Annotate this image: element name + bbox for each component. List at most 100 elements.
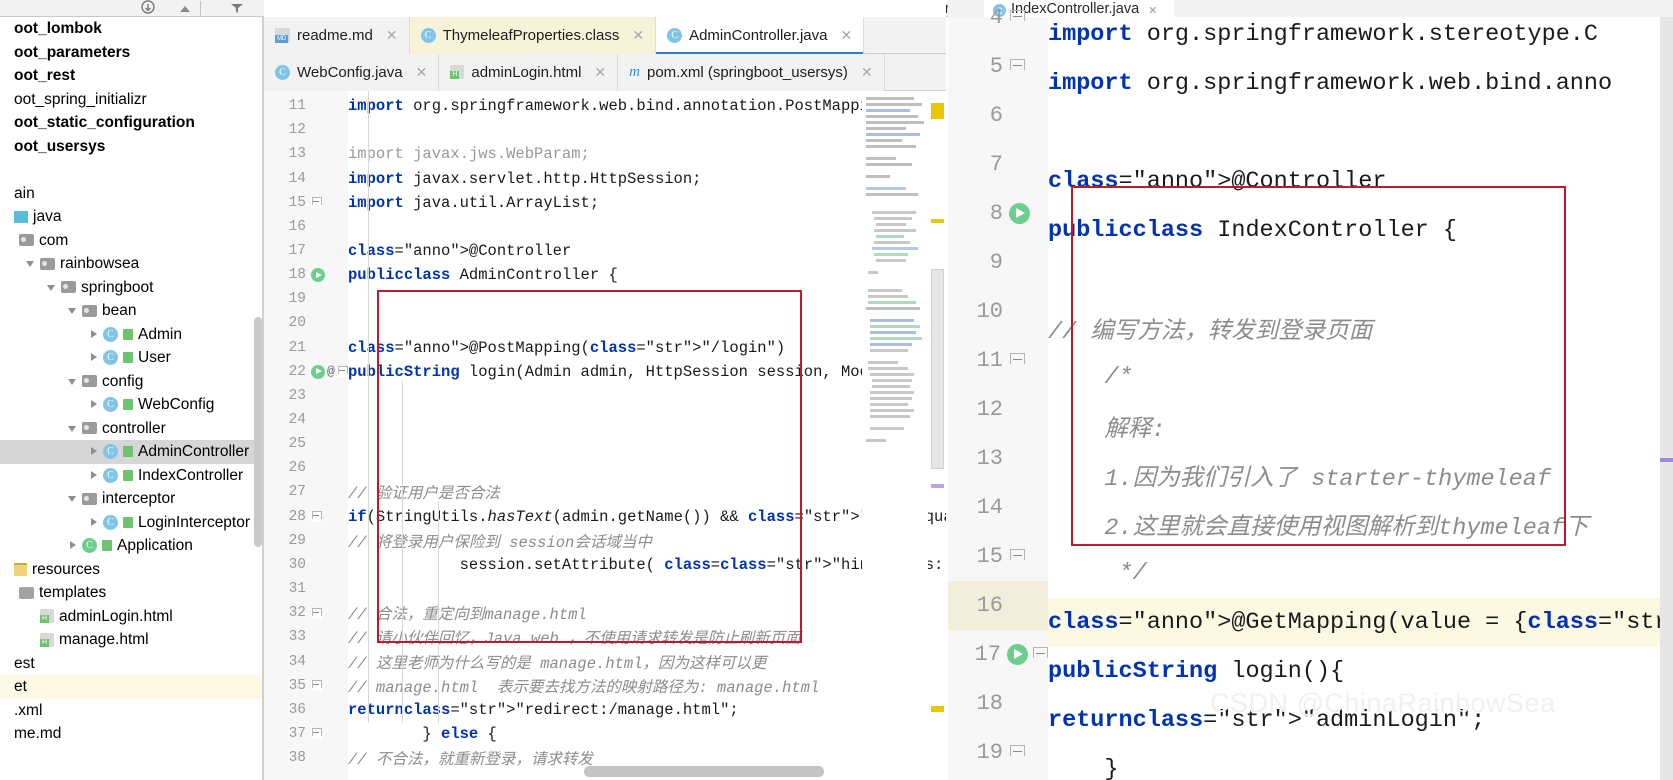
close-icon[interactable]: ✕ — [840, 27, 852, 44]
tree-item-templates[interactable]: templates — [0, 581, 262, 605]
code-line[interactable]: import javax.servlet.http.HttpSession; — [348, 166, 701, 190]
code-line[interactable]: import org.springframework.web.bind.anno… — [348, 94, 897, 118]
code-line[interactable]: public String login(Admin admin, HttpSes… — [348, 360, 888, 384]
code-fold-icon[interactable] — [311, 728, 322, 739]
run-gutter-icon[interactable] — [311, 268, 325, 282]
code-fold-icon[interactable] — [1009, 353, 1025, 369]
tree-item-ain[interactable]: ain — [0, 182, 262, 206]
code-line[interactable]: // manage.html 表示要去找方法的映射路径为: manage.htm… — [348, 674, 819, 698]
code-fold-icon[interactable] — [337, 366, 348, 377]
code-line[interactable]: } — [1048, 745, 1119, 780]
run-gutter-icon[interactable] — [1007, 644, 1028, 665]
code-fold-icon[interactable] — [1009, 745, 1025, 761]
tree-item-springboot[interactable]: springboot — [0, 276, 262, 300]
close-icon[interactable]: ✕ — [861, 64, 873, 81]
tree-item-me-md[interactable]: me.md — [0, 722, 262, 746]
chevron-down-icon[interactable] — [68, 493, 79, 504]
center-vertical-scrollbar[interactable] — [931, 269, 944, 469]
code-line[interactable]: // 请小伙伴回忆，Java web ，不使用请求转发是防止刷新页面 — [348, 625, 801, 649]
code-line[interactable]: // 不合法，就重新登录，请求转发 — [348, 746, 593, 770]
run-gutter-icon[interactable] — [311, 365, 325, 379]
chevron-right-icon[interactable] — [89, 329, 100, 340]
code-line[interactable]: // 合法，重定向到manage.html — [348, 601, 587, 625]
chevron-right-icon[interactable] — [89, 446, 100, 457]
code-line[interactable]: class="anno">@GetMapping(value = {class=… — [1048, 598, 1673, 647]
tree-item-admincontroller[interactable]: CAdminController — [0, 440, 262, 464]
code-line[interactable]: } else { — [348, 722, 497, 746]
tree-item-resources[interactable]: resources — [0, 558, 262, 582]
tree-item-controller[interactable]: controller — [0, 417, 262, 441]
tree-item-java[interactable]: java — [0, 205, 262, 229]
code-line[interactable]: return class="str">"redirect:/manage.htm… — [348, 698, 739, 722]
tree-item-interceptor[interactable]: interceptor — [0, 487, 262, 511]
code-line[interactable]: class="anno">@Controller — [1048, 157, 1386, 206]
tab-thymeleafproperties-class[interactable]: C ThymeleafProperties.class ✕ — [410, 17, 656, 54]
tree-item-oot-static-configuration[interactable]: oot_static_configuration — [0, 111, 262, 135]
tree-item-xml[interactable]: .xml — [0, 699, 262, 723]
chevron-up-icon[interactable] — [178, 2, 192, 17]
center-code-area[interactable]: 111213141516171819202122@232425262728293… — [264, 91, 946, 780]
code-fold-icon[interactable] — [311, 197, 322, 208]
chevron-right-icon[interactable] — [89, 399, 100, 410]
tree-item-oot-lombok[interactable]: oot_lombok — [0, 17, 262, 41]
tree-item-manage-html[interactable]: manage.html — [0, 628, 262, 652]
warning-stripe[interactable] — [931, 706, 944, 712]
code-line[interactable]: // 验证用户是否合法 — [348, 480, 500, 504]
tree-item-empty[interactable] — [0, 158, 262, 182]
code-line[interactable]: import java.util.ArrayList; — [348, 191, 599, 215]
chevron-right-icon[interactable] — [89, 470, 100, 481]
tree-item-oot-parameters[interactable]: oot_parameters — [0, 41, 262, 65]
close-icon[interactable]: ✕ — [386, 27, 398, 44]
chevron-right-icon[interactable] — [68, 540, 79, 551]
code-line[interactable]: import org.springframework.web.bind.anno — [1048, 59, 1612, 108]
right-editor[interactable]: C IndexController.java ✕ 456789101112131… — [948, 0, 1673, 780]
right-vertical-scrollbar[interactable] — [1660, 17, 1673, 780]
tab-readme-md[interactable]: readme.md ✕ — [264, 17, 410, 54]
center-code-minimap[interactable] — [862, 91, 928, 780]
code-fold-icon[interactable] — [1009, 10, 1025, 26]
code-line[interactable]: class="anno">@Controller — [348, 239, 571, 263]
tree-item-logininterceptor[interactable]: CLoginInterceptor — [0, 511, 262, 535]
tree-item-webconfig[interactable]: CWebConfig — [0, 393, 262, 417]
close-icon[interactable]: ✕ — [594, 64, 606, 81]
tab-admincontroller-java[interactable]: C AdminController.java ✕ — [656, 17, 864, 54]
project-scrollbar[interactable] — [254, 317, 262, 547]
tree-item-bean[interactable]: bean — [0, 299, 262, 323]
tree-item-admin[interactable]: CAdmin — [0, 323, 262, 347]
center-tab-row-2[interactable]: C WebConfig.java ✕ adminLogin.html ✕ m p… — [264, 54, 946, 91]
code-line[interactable]: public class AdminController { — [348, 263, 618, 287]
tree-item-oot-rest[interactable]: oot_rest — [0, 64, 262, 88]
chevron-right-icon[interactable] — [89, 517, 100, 528]
code-line[interactable]: */ — [1048, 549, 1147, 598]
code-line[interactable]: /* — [1048, 353, 1133, 402]
tree-item-user[interactable]: CUser — [0, 346, 262, 370]
center-horizontal-scrollbar[interactable] — [584, 766, 824, 777]
chevron-down-icon[interactable] — [68, 305, 79, 316]
run-gutter-icon[interactable] — [1009, 203, 1030, 224]
center-editor[interactable]: readme.md ✕ C ThymeleafProperties.class … — [264, 0, 946, 780]
warning-stripe[interactable] — [931, 103, 944, 119]
code-line[interactable]: // 这里老师为什么写的是 manage.html，因为这样可以更 — [348, 649, 767, 673]
tree-item-config[interactable]: config — [0, 370, 262, 394]
close-icon[interactable]: ✕ — [416, 64, 428, 81]
tree-item-oot-usersys[interactable]: oot_usersys — [0, 135, 262, 159]
tab-pom-xml[interactable]: m pom.xml (springboot_usersys) ✕ — [618, 54, 884, 91]
project-tool-window[interactable]: oot_lombokoot_parametersoot_restoot_spri… — [0, 17, 262, 780]
code-line[interactable]: import javax.jws.WebParam; — [348, 142, 590, 166]
code-fold-icon[interactable] — [1009, 549, 1025, 565]
code-fold-icon[interactable] — [311, 680, 322, 691]
tree-item-rainbowsea[interactable]: rainbowsea — [0, 252, 262, 276]
tree-item-application[interactable]: CApplication — [0, 534, 262, 558]
chevron-down-icon[interactable] — [68, 423, 79, 434]
code-line[interactable]: // 编写方法，转发到登录页面 — [1048, 304, 1372, 353]
close-icon[interactable]: ✕ — [632, 27, 644, 44]
code-line[interactable]: 1.因为我们引入了 starter-thymeleaf — [1048, 451, 1551, 500]
right-code-text[interactable]: import org.springframework.stereotype.Ci… — [1048, 17, 1673, 780]
tree-item-com[interactable]: com — [0, 229, 262, 253]
change-stripe[interactable] — [1660, 458, 1673, 462]
tree-item-est[interactable]: est — [0, 652, 262, 676]
change-stripe[interactable] — [931, 484, 944, 488]
code-line[interactable]: 解释: — [1048, 402, 1166, 451]
tab-adminlogin-html[interactable]: adminLogin.html ✕ — [439, 54, 618, 91]
code-fold-icon[interactable] — [1009, 59, 1025, 75]
